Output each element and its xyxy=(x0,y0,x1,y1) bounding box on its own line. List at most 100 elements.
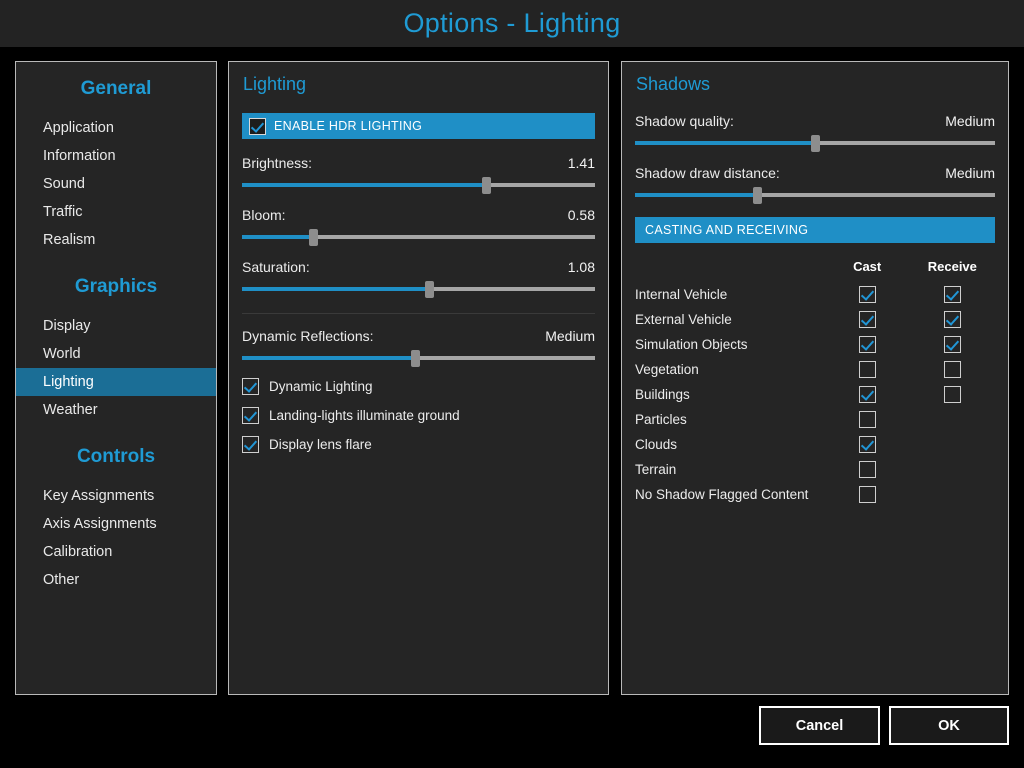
row-label-buildings: Buildings xyxy=(635,387,813,402)
table-row: Buildings xyxy=(635,382,995,407)
slider-fill xyxy=(242,235,313,239)
sidebar-item-world[interactable]: World xyxy=(16,340,216,368)
sidebar-group-title-controls: Controls xyxy=(16,446,216,468)
slider-fill xyxy=(242,183,486,187)
enable-hdr-lighting-label: ENABLE HDR LIGHTING xyxy=(274,119,422,133)
checkbox-landing-lights-illuminate-ground[interactable] xyxy=(242,407,259,424)
casting-and-receiving-label: CASTING AND RECEIVING xyxy=(645,223,808,237)
cast-checkbox-buildings[interactable] xyxy=(859,386,876,403)
checkbox-row-landing-lights-illuminate-ground[interactable]: Landing-lights illuminate ground xyxy=(242,407,595,424)
lighting-panel: Lighting ENABLE HDR LIGHTING Brightness:… xyxy=(228,61,609,695)
brightness-slider[interactable] xyxy=(242,177,595,193)
casting-and-receiving-banner: CASTING AND RECEIVING xyxy=(635,217,995,243)
title-bar: Options - Lighting xyxy=(0,0,1024,47)
cast-checkbox-simulation-objects[interactable] xyxy=(859,336,876,353)
table-header-row: Cast Receive xyxy=(635,259,995,282)
sidebar-item-realism[interactable]: Realism xyxy=(16,226,216,254)
checkbox-label-landing-lights-illuminate-ground: Landing-lights illuminate ground xyxy=(269,408,460,423)
slider-handle[interactable] xyxy=(482,177,491,194)
sidebar-group-title-graphics: Graphics xyxy=(16,276,216,298)
bloom-label: Bloom: xyxy=(242,207,286,223)
receive-checkbox-vegetation[interactable] xyxy=(944,361,961,378)
shadows-panel: Shadows Shadow quality:MediumShadow draw… xyxy=(621,61,1009,695)
ok-button[interactable]: OK xyxy=(889,706,1009,745)
row-label-clouds: Clouds xyxy=(635,437,813,452)
row-label-particles: Particles xyxy=(635,412,813,427)
cast-checkbox-terrain[interactable] xyxy=(859,461,876,478)
navigation-sidebar: GeneralApplicationInformationSoundTraffi… xyxy=(15,61,217,695)
row-label-no-shadow-flagged-content: No Shadow Flagged Content xyxy=(635,487,813,502)
table-row: External Vehicle xyxy=(635,307,995,332)
table-row: Particles xyxy=(635,407,995,432)
saturation-row: Saturation: 1.08 xyxy=(242,259,595,297)
shadow-quality-slider[interactable] xyxy=(635,135,995,151)
row-label-internal-vehicle: Internal Vehicle xyxy=(635,287,813,302)
row-label-simulation-objects: Simulation Objects xyxy=(635,337,813,352)
receive-checkbox-external-vehicle[interactable] xyxy=(944,311,961,328)
brightness-label: Brightness: xyxy=(242,155,312,171)
cast-checkbox-vegetation[interactable] xyxy=(859,361,876,378)
sidebar-item-display[interactable]: Display xyxy=(16,312,216,340)
slider-fill xyxy=(635,141,815,145)
dynamic-reflections-slider[interactable] xyxy=(242,350,595,366)
row-label-terrain: Terrain xyxy=(635,462,813,477)
window-title: Options - Lighting xyxy=(403,8,620,39)
cast-checkbox-external-vehicle[interactable] xyxy=(859,311,876,328)
sidebar-item-lighting[interactable]: Lighting xyxy=(16,368,216,396)
sidebar-item-calibration[interactable]: Calibration xyxy=(16,538,216,566)
checkbox-display-lens-flare[interactable] xyxy=(242,436,259,453)
enable-hdr-lighting-banner[interactable]: ENABLE HDR LIGHTING xyxy=(242,113,595,139)
slider-handle[interactable] xyxy=(425,281,434,298)
slider-handle[interactable] xyxy=(753,187,762,204)
bloom-slider[interactable] xyxy=(242,229,595,245)
row-label-vegetation: Vegetation xyxy=(635,362,813,377)
table-row: Vegetation xyxy=(635,357,995,382)
receive-checkbox-internal-vehicle[interactable] xyxy=(944,286,961,303)
receive-checkbox-buildings[interactable] xyxy=(944,386,961,403)
shadow-draw-distance-label: Shadow draw distance: xyxy=(635,165,780,181)
shadow-draw-distance-value: Medium xyxy=(945,165,995,181)
sidebar-item-information[interactable]: Information xyxy=(16,142,216,170)
column-header-cast: Cast xyxy=(825,259,910,282)
sidebar-item-application[interactable]: Application xyxy=(16,114,216,142)
shadow-quality-value: Medium xyxy=(945,113,995,129)
saturation-label: Saturation: xyxy=(242,259,310,275)
sidebar-item-key-assignments[interactable]: Key Assignments xyxy=(16,482,216,510)
receive-checkbox-simulation-objects[interactable] xyxy=(944,336,961,353)
cast-checkbox-no-shadow-flagged-content[interactable] xyxy=(859,486,876,503)
sidebar-item-other[interactable]: Other xyxy=(16,566,216,594)
shadow-draw-distance-row: Shadow draw distance: Medium xyxy=(635,165,995,203)
sidebar-item-axis-assignments[interactable]: Axis Assignments xyxy=(16,510,216,538)
checkbox-row-dynamic-lighting[interactable]: Dynamic Lighting xyxy=(242,378,595,395)
table-row: Internal Vehicle xyxy=(635,282,995,307)
checkbox-dynamic-lighting[interactable] xyxy=(242,378,259,395)
bloom-row: Bloom: 0.58 xyxy=(242,207,595,245)
table-row: No Shadow Flagged Content xyxy=(635,482,995,507)
dynamic-reflections-label: Dynamic Reflections: xyxy=(242,328,374,344)
slider-fill xyxy=(242,287,429,291)
brightness-row: Brightness:1.41 xyxy=(242,155,595,193)
sidebar-item-weather[interactable]: Weather xyxy=(16,396,216,424)
slider-handle[interactable] xyxy=(411,350,420,367)
cast-checkbox-internal-vehicle[interactable] xyxy=(859,286,876,303)
enable-hdr-lighting-checkbox[interactable] xyxy=(249,118,266,135)
slider-fill xyxy=(635,193,757,197)
sidebar-item-traffic[interactable]: Traffic xyxy=(16,198,216,226)
cast-checkbox-clouds[interactable] xyxy=(859,436,876,453)
casting-receiving-table: Cast Receive Internal Vehicle External Ve… xyxy=(635,259,995,507)
shadow-quality-label: Shadow quality: xyxy=(635,113,734,129)
sidebar-item-sound[interactable]: Sound xyxy=(16,170,216,198)
slider-handle[interactable] xyxy=(309,229,318,246)
saturation-slider[interactable] xyxy=(242,281,595,297)
checkbox-row-display-lens-flare[interactable]: Display lens flare xyxy=(242,436,595,453)
slider-handle[interactable] xyxy=(811,135,820,152)
slider-fill xyxy=(242,356,415,360)
table-row: Terrain xyxy=(635,457,995,482)
cancel-button[interactable]: Cancel xyxy=(759,706,880,745)
checkbox-label-dynamic-lighting: Dynamic Lighting xyxy=(269,379,373,394)
lighting-panel-title: Lighting xyxy=(229,62,608,95)
saturation-value: 1.08 xyxy=(568,259,595,275)
shadow-draw-distance-slider[interactable] xyxy=(635,187,995,203)
cast-checkbox-particles[interactable] xyxy=(859,411,876,428)
bloom-value: 0.58 xyxy=(568,207,595,223)
